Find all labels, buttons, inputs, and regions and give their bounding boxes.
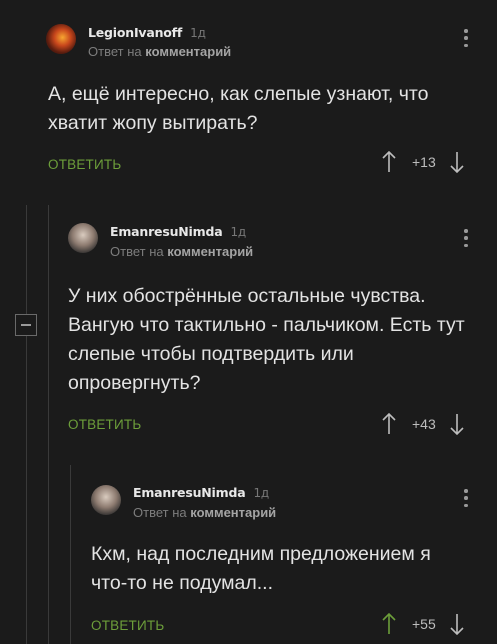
- comment-1: LegionIvanoff 1д Ответ на комментарий А, …: [0, 0, 497, 190]
- comment-score: +13: [412, 154, 436, 170]
- reply-to-line: Ответ на комментарий: [88, 44, 231, 59]
- author-name[interactable]: EmanresuNimda: [110, 224, 223, 239]
- reply-prefix: Ответ на: [110, 244, 164, 259]
- comment-score: +55: [412, 616, 436, 632]
- reply-to-line: Ответ на комментарий: [110, 244, 253, 259]
- upvote-arrow-icon[interactable]: [382, 151, 396, 173]
- downvote-arrow-icon[interactable]: [450, 413, 464, 435]
- upvote-arrow-icon[interactable]: [382, 613, 396, 635]
- more-options-icon[interactable]: [464, 229, 468, 247]
- author-name[interactable]: EmanresuNimda: [133, 485, 246, 500]
- more-options-icon[interactable]: [464, 29, 468, 47]
- reply-prefix: Ответ на: [133, 505, 187, 520]
- vote-controls: +13: [382, 151, 464, 173]
- author-name[interactable]: LegionIvanoff: [88, 25, 182, 40]
- avatar[interactable]: [46, 24, 76, 54]
- comment-age: 1д: [230, 225, 246, 239]
- avatar[interactable]: [91, 485, 121, 515]
- comment-2: EmanresuNimda 1д Ответ на комментарий У н…: [0, 205, 497, 445]
- vote-controls: +55: [382, 613, 464, 635]
- comment-age: 1д: [253, 486, 269, 500]
- reply-target-link[interactable]: комментарий: [190, 505, 276, 520]
- reply-target-link[interactable]: комментарий: [145, 44, 231, 59]
- comment-score: +43: [412, 416, 436, 432]
- comment-age: 1д: [190, 26, 206, 40]
- comment-author[interactable]: EmanresuNimda 1д: [110, 224, 246, 239]
- comment-3: EmanresuNimda 1д Ответ на комментарий Кхм…: [0, 465, 497, 644]
- downvote-arrow-icon[interactable]: [450, 613, 464, 635]
- more-options-icon[interactable]: [464, 489, 468, 507]
- reply-to-line: Ответ на комментарий: [133, 505, 276, 520]
- comment-text: У них обострённые остальные чувства. Ван…: [68, 285, 465, 394]
- reply-button[interactable]: ОТВЕТИТЬ: [68, 417, 141, 432]
- comment-author[interactable]: LegionIvanoff 1д: [88, 25, 206, 40]
- reply-button[interactable]: ОТВЕТИТЬ: [48, 157, 121, 172]
- reply-button[interactable]: ОТВЕТИТЬ: [91, 618, 164, 633]
- avatar[interactable]: [68, 223, 98, 253]
- reply-prefix: Ответ на: [88, 44, 142, 59]
- downvote-arrow-icon[interactable]: [450, 151, 464, 173]
- comment-text: Кхм, над последним предложением я что-то…: [91, 543, 431, 594]
- upvote-arrow-icon[interactable]: [382, 413, 396, 435]
- comment-author[interactable]: EmanresuNimda 1д: [133, 485, 269, 500]
- vote-controls: +43: [382, 413, 464, 435]
- reply-target-link[interactable]: комментарий: [167, 244, 253, 259]
- comment-text: А, ещё интересно, как слепые узнают, что…: [48, 83, 429, 134]
